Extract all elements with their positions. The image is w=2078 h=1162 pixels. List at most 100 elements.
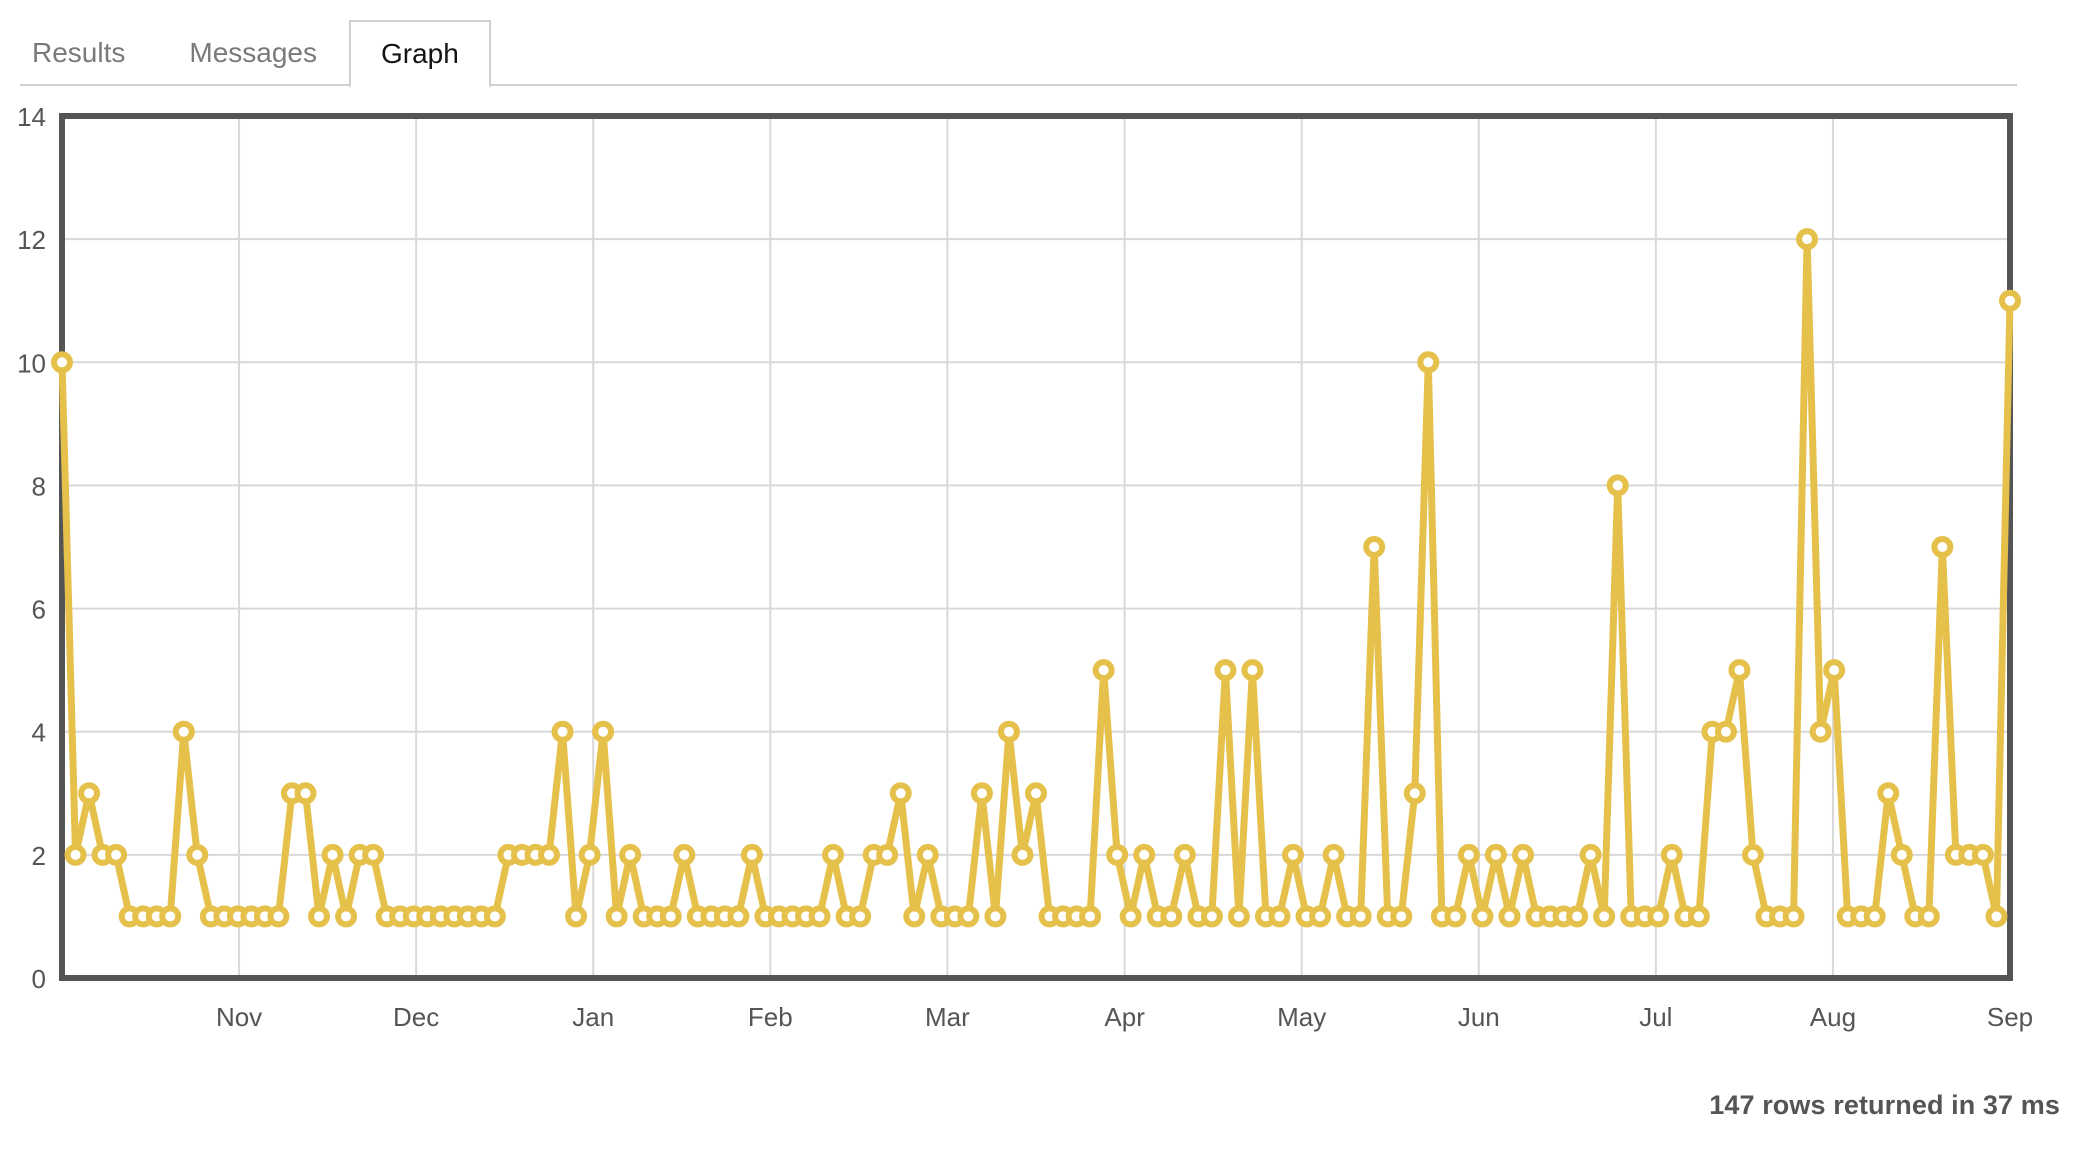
data-point-marker[interactable] [551,720,574,743]
data-point-marker[interactable] [957,905,980,928]
data-point-marker[interactable] [1890,843,1913,866]
data-point-marker[interactable] [321,843,344,866]
y-axis-tick-label: 10 [17,348,46,378]
data-point-marker[interactable] [1268,905,1291,928]
data-point-marker[interactable] [1917,905,1940,928]
data-point-marker[interactable] [605,905,628,928]
data-point-marker[interactable] [1214,659,1237,682]
data-point-marker[interactable] [1796,228,1819,251]
data-point-marker[interactable] [619,843,642,866]
y-axis-tick-label: 12 [17,225,46,255]
x-axis-tick-label: Aug [1810,1002,1856,1032]
data-point-marker[interactable] [1498,905,1521,928]
y-axis-tick-label: 14 [17,102,46,132]
data-point-marker[interactable] [997,720,1020,743]
data-point-marker[interactable] [1660,843,1683,866]
data-point-marker[interactable] [308,905,331,928]
data-point-marker[interactable] [294,782,317,805]
data-point-marker[interactable] [51,351,73,374]
y-axis-tick-label: 8 [32,471,46,501]
y-axis-tick-label: 6 [32,595,46,625]
data-point-marker[interactable] [849,905,872,928]
data-point-marker[interactable] [267,905,290,928]
data-point-marker[interactable] [1863,905,1886,928]
data-point-marker[interactable] [1593,905,1616,928]
data-point-marker[interactable] [565,905,588,928]
data-point-marker[interactable] [1566,905,1589,928]
data-point-marker[interactable] [1133,843,1156,866]
data-point-marker[interactable] [1092,659,1115,682]
data-point-marker[interactable] [822,843,845,866]
data-point-marker[interactable] [1322,843,1345,866]
data-point-marker[interactable] [1349,905,1372,928]
data-point-marker[interactable] [1579,843,1602,866]
data-point-marker[interactable] [483,905,506,928]
data-point-marker[interactable] [362,843,385,866]
data-point-marker[interactable] [1714,720,1737,743]
data-point-marker[interactable] [64,843,87,866]
data-point-marker[interactable] [1512,843,1534,866]
data-point-marker[interactable] [1200,905,1223,928]
data-point-marker[interactable] [1119,905,1142,928]
data-point-marker[interactable] [1931,536,1954,558]
data-point-marker[interactable] [1079,905,1102,928]
line-chart-svg: 0 2 4 6 8 10 12 14 Nov Dec Jan Feb Mar Apr May Jun Jul Au… [17,102,2033,1032]
data-point-marker[interactable] [727,905,750,928]
data-point-marker[interactable] [1457,843,1480,866]
data-point-marker[interactable] [1241,659,1264,682]
data-point-marker[interactable] [970,782,993,805]
data-point-marker[interactable] [1011,843,1034,866]
data-point-marker[interactable] [1106,843,1129,866]
data-point-marker[interactable] [578,843,601,866]
data-point-marker[interactable] [1227,905,1250,928]
data-point-marker[interactable] [1809,720,1832,743]
data-point-marker[interactable] [916,843,939,866]
data-point-marker[interactable] [1417,351,1440,374]
data-point-marker[interactable] [1444,905,1467,928]
x-axis-tick-label: Jul [1639,1002,1672,1032]
data-point-marker[interactable] [1606,474,1629,497]
data-point-marker[interactable] [1173,843,1196,866]
data-point-marker[interactable] [159,905,182,928]
data-point-marker[interactable] [740,843,763,866]
data-point-marker[interactable] [335,905,358,928]
data-point-marker[interactable] [903,905,926,928]
data-point-marker[interactable] [659,905,682,928]
data-point-marker[interactable] [538,843,560,866]
data-point-marker[interactable] [1999,289,2021,312]
data-point-marker[interactable] [1741,843,1764,866]
data-point-marker[interactable] [984,905,1007,928]
data-point-marker[interactable] [808,905,831,928]
data-point-marker[interactable] [1282,843,1305,866]
data-point-marker[interactable] [1782,905,1805,928]
data-point-marker[interactable] [876,843,899,866]
data-point-marker[interactable] [1484,843,1507,866]
tab-graph[interactable]: Graph [349,20,491,88]
data-point-marker[interactable] [1363,536,1386,558]
data-point-marker[interactable] [186,843,209,866]
data-point-marker[interactable] [1403,782,1426,805]
data-point-marker[interactable] [1647,905,1670,928]
data-point-marker[interactable] [78,782,101,805]
data-point-marker[interactable] [1985,905,2008,928]
data-point-marker[interactable] [1687,905,1710,928]
data-point-marker[interactable] [1823,659,1846,682]
data-point-marker[interactable] [592,720,615,743]
tab-messages[interactable]: Messages [157,18,349,86]
data-point-marker[interactable] [172,720,195,743]
data-point-marker[interactable] [1877,782,1900,805]
data-point-marker[interactable] [1309,905,1332,928]
data-point-marker[interactable] [1728,659,1751,682]
data-point-marker[interactable] [889,782,912,805]
data-point-marker[interactable] [1390,905,1413,928]
data-point-marker[interactable] [1971,843,1994,866]
data-point-marker[interactable] [105,843,128,866]
data-point-marker[interactable] [1471,905,1494,928]
data-point-marker[interactable] [1160,905,1183,928]
tab-results[interactable]: Results [0,18,157,86]
x-axis-tick-label: Jun [1458,1002,1500,1032]
data-point-marker[interactable] [673,843,696,866]
query-status-text: 147 rows returned in 37 ms [1709,1090,2060,1120]
x-axis-tick-label: Jan [572,1002,614,1032]
data-point-marker[interactable] [1025,782,1047,805]
